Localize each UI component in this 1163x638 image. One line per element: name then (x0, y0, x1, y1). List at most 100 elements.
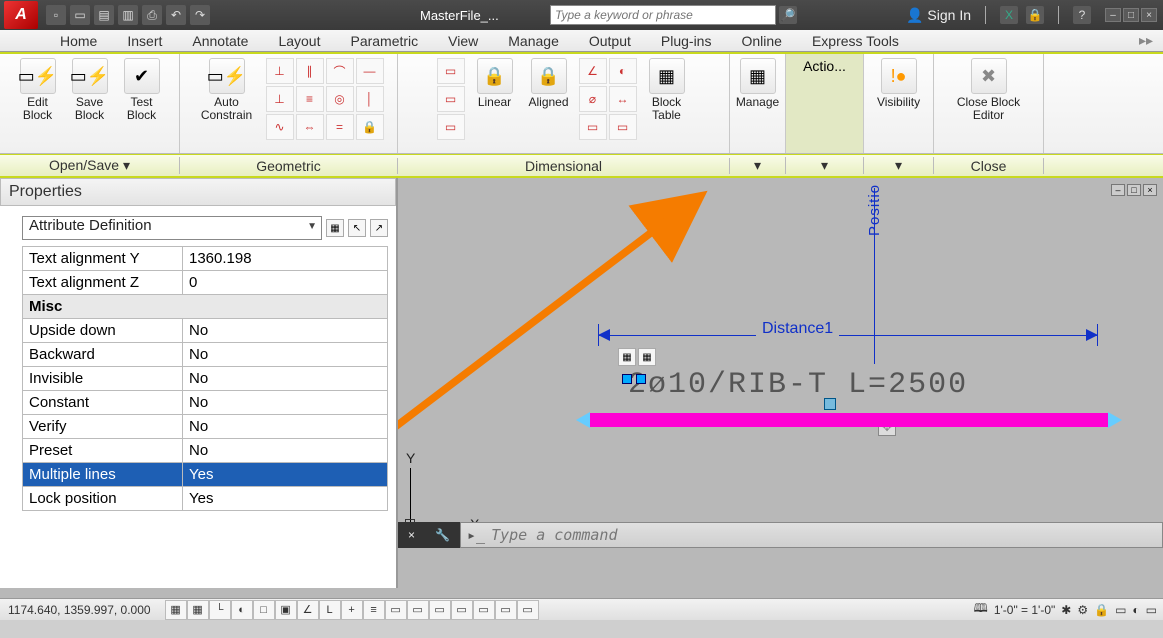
maximize-button[interactable]: □ (1123, 8, 1139, 22)
viewport-close-icon[interactable]: × (1143, 184, 1157, 196)
tab-annotate[interactable]: Annotate (192, 33, 248, 49)
linear-button[interactable]: 🔒Linear (471, 58, 519, 109)
manage-button[interactable]: ▦Manage (734, 58, 782, 109)
new-icon[interactable]: ▫ (46, 5, 66, 25)
annoscale-icon[interactable]: ✱ (1061, 603, 1071, 617)
radial-icon[interactable]: ◐ (609, 58, 637, 84)
close-block-editor-button[interactable]: ✖Close Block Editor (944, 58, 1034, 122)
collinear-icon[interactable]: ≡ (296, 86, 324, 112)
perpendicular-icon[interactable]: ⊥ (266, 86, 294, 112)
dim-show-icon[interactable]: ▭ (437, 58, 465, 84)
attr-action-icon[interactable]: ▦ (618, 348, 636, 366)
coordinate-readout[interactable]: 1174.640, 1359.997, 0.000 (0, 603, 159, 617)
exchange-icon[interactable]: X (1000, 6, 1018, 24)
hhide-icon[interactable]: ▭ (609, 114, 637, 140)
grip-icon[interactable] (636, 374, 646, 384)
dyn-icon[interactable]: + (341, 600, 363, 620)
horizontal-icon[interactable]: — (356, 58, 384, 84)
tab-home[interactable]: Home (60, 33, 97, 49)
ducs-icon[interactable]: L (319, 600, 341, 620)
qp-icon[interactable]: ▭ (407, 600, 429, 620)
tab-plugins[interactable]: Plug-ins (661, 33, 712, 49)
cmd-wrench-icon[interactable]: 🔧 (435, 528, 450, 542)
snap-icon[interactable]: ▦ (165, 600, 187, 620)
help-icon[interactable]: ? (1073, 6, 1091, 24)
edit-block-button[interactable]: ▭⚡Edit Block (14, 58, 62, 122)
test-block-button[interactable]: ✔Test Block (118, 58, 166, 122)
panel-geometric[interactable]: Geometric (180, 158, 398, 174)
fix-icon[interactable]: 🔒 (356, 114, 384, 140)
saveas-icon[interactable]: ▥ (118, 5, 138, 25)
equal-icon[interactable]: = (326, 114, 354, 140)
select-objects-icon[interactable]: ↖ (348, 219, 366, 237)
object-type-selector[interactable]: Attribute Definition (22, 216, 322, 240)
lwt-icon[interactable]: ≡ (363, 600, 385, 620)
visibility-button[interactable]: !●Visibility (875, 58, 923, 109)
close-button[interactable]: × (1141, 8, 1157, 22)
osnap-icon[interactable]: □ (253, 600, 275, 620)
diameter-icon[interactable]: ⌀ (579, 86, 607, 112)
panel-action-drop[interactable]: ▾ (786, 157, 864, 174)
coincident-icon[interactable]: ⊥ (266, 58, 294, 84)
grid3-icon[interactable]: ▭ (517, 600, 539, 620)
stretch-arrow-right-icon[interactable] (1108, 412, 1122, 428)
viewport-min-icon[interactable]: – (1111, 184, 1125, 196)
panel-visibility-drop[interactable]: ▾ (864, 157, 934, 174)
aligned-button[interactable]: 🔒Aligned (525, 58, 573, 109)
undo-icon[interactable]: ↶ (166, 5, 186, 25)
toggle-pickadd-icon[interactable]: ▦ (326, 219, 344, 237)
command-input[interactable]: ▸_ Type a command (460, 522, 1163, 548)
panel-manage-drop[interactable]: ▾ (730, 157, 786, 174)
search-input[interactable] (550, 5, 776, 25)
app-logo[interactable]: A (4, 1, 38, 29)
isolate-icon[interactable]: ◐ (1132, 603, 1139, 617)
hardware-icon[interactable]: ▭ (1115, 603, 1126, 617)
tab-parametric[interactable]: Parametric (350, 33, 418, 49)
tab-output[interactable]: Output (589, 33, 631, 49)
tab-express-tools[interactable]: Express Tools (812, 33, 899, 49)
tab-insert[interactable]: Insert (127, 33, 162, 49)
viewport-max-icon[interactable]: □ (1127, 184, 1141, 196)
polar-icon[interactable]: ◐ (231, 600, 253, 620)
distance-dim[interactable] (598, 324, 1098, 348)
ws-icon[interactable]: ⚙ (1077, 603, 1088, 617)
grid-icon[interactable]: ▦ (187, 600, 209, 620)
scale-readout[interactable]: 1'-0" = 1'-0" (994, 603, 1055, 617)
convert-icon[interactable]: ↔ (609, 86, 637, 112)
3dosnap-icon[interactable]: ▣ (275, 600, 297, 620)
parallel-icon[interactable]: ∥ (296, 58, 324, 84)
lock-ui-icon[interactable]: 🔒 (1094, 603, 1109, 617)
otrack-icon[interactable]: ∠ (297, 600, 319, 620)
tangent-icon[interactable]: ⌒ (326, 58, 354, 84)
hshow-icon[interactable]: ▭ (579, 114, 607, 140)
redo-icon[interactable]: ↷ (190, 5, 210, 25)
vertical-icon[interactable]: │ (356, 86, 384, 112)
rebar-line[interactable] (590, 413, 1108, 427)
save-icon[interactable]: ▤ (94, 5, 114, 25)
concentric-icon[interactable]: ◎ (326, 86, 354, 112)
cmd-close-icon[interactable]: × (408, 528, 415, 542)
binoculars-icon[interactable]: 🔎 (779, 6, 797, 24)
grip-large-icon[interactable] (824, 398, 836, 410)
save-block-button[interactable]: ▭⚡Save Block (66, 58, 114, 122)
drawing-canvas[interactable]: – □ × Positio Distance1 2ø10/RIB-T L=250… (398, 178, 1163, 588)
grid2-icon[interactable]: ▭ (495, 600, 517, 620)
symmetric-icon[interactable]: ⇔ (296, 114, 324, 140)
stretch-arrow-left-icon[interactable] (576, 412, 590, 428)
ortho-icon[interactable]: └ (209, 600, 231, 620)
am-icon[interactable]: ▭ (451, 600, 473, 620)
tab-view[interactable]: View (448, 33, 478, 49)
tab-online[interactable]: Online (741, 33, 781, 49)
tpy-icon[interactable]: ▭ (385, 600, 407, 620)
tab-overflow-icon[interactable]: ▸▸ (1139, 32, 1153, 49)
angular-icon[interactable]: ∠ (579, 58, 607, 84)
grip-icon[interactable] (622, 374, 632, 384)
smooth-icon[interactable]: ∿ (266, 114, 294, 140)
block-table-button[interactable]: ▦Block Table (643, 58, 691, 122)
quick-select-icon[interactable]: ↗ (370, 219, 388, 237)
attribute-text[interactable]: 2ø10/RIB-T L=2500 (628, 368, 968, 402)
auto-constrain-button[interactable]: ▭⚡Auto Constrain (194, 58, 260, 140)
sc-icon[interactable]: ▭ (429, 600, 451, 620)
model-icon[interactable]: ▭ (473, 600, 495, 620)
sign-in-button[interactable]: 👤 Sign In (906, 7, 971, 24)
